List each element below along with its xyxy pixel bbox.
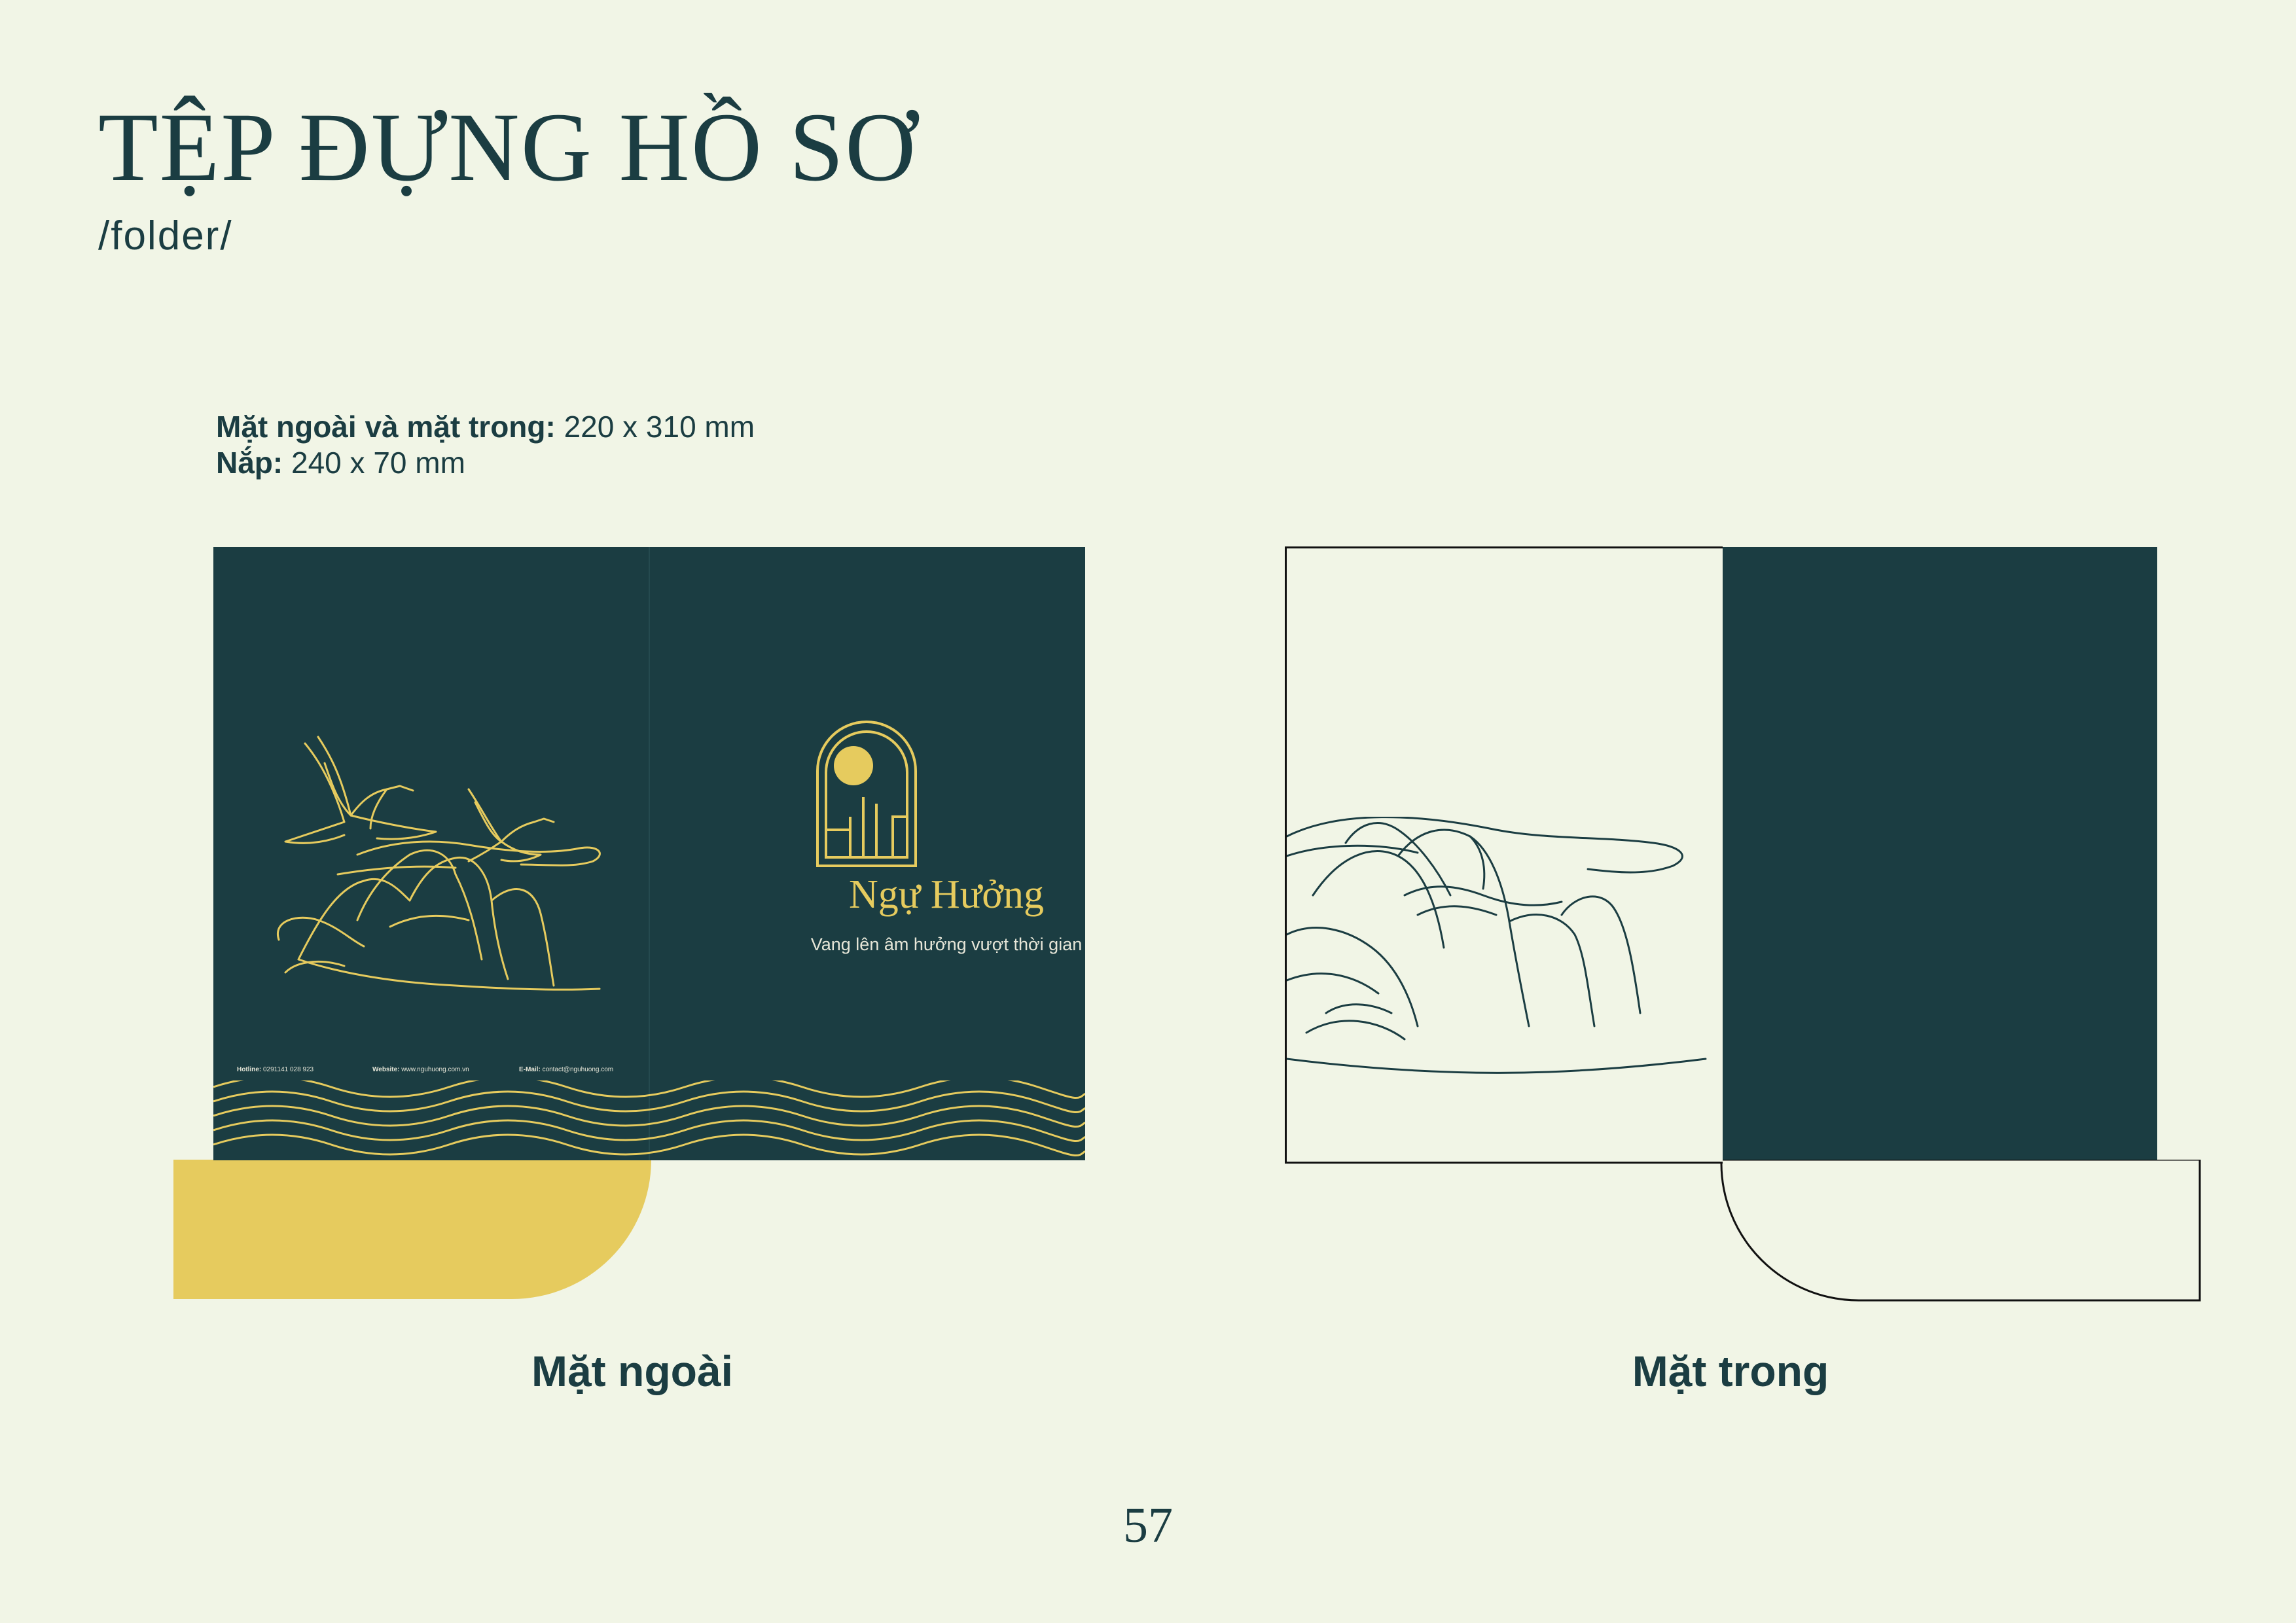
caption-outer: Mặt ngoài xyxy=(531,1347,733,1395)
page-number: 57 xyxy=(1123,1498,1173,1553)
email-label: E-Mail: xyxy=(519,1066,541,1073)
contact-website: Website: www.nguhuong.com.vn xyxy=(372,1066,469,1073)
contact-email: E-Mail: contact@nguhuong.com xyxy=(519,1066,613,1073)
outer-folder-panel: Hotline: 0291141 028 923 Website: www.ng… xyxy=(213,547,1085,1160)
website-label: Website: xyxy=(372,1066,400,1073)
brand-logo-icon xyxy=(816,721,917,867)
email-value: contact@nguhuong.com xyxy=(542,1066,614,1073)
spec-size-label: Mặt ngoài và mặt trong: xyxy=(216,410,556,444)
spec-size-value: 220 x 310 mm xyxy=(564,410,755,444)
fold-line xyxy=(649,547,650,1160)
page-title: TỆP ĐỰNG HỒ SƠ xyxy=(98,93,918,202)
wave-pattern xyxy=(213,1080,1085,1157)
outer-flap xyxy=(173,1160,651,1299)
mountain-line-illustration xyxy=(1287,817,1707,1074)
inner-folder-panel-dark xyxy=(1721,547,2157,1162)
spec-size: Mặt ngoài và mặt trong: 220 x 310 mm xyxy=(216,409,755,444)
website-value: www.nguhuong.com.vn xyxy=(401,1066,469,1073)
caption-inner: Mặt trong xyxy=(1632,1347,1829,1395)
brand-tagline: Vang lên âm hưởng vượt thời gian xyxy=(810,935,1083,954)
crane-mountain-illustration xyxy=(276,736,601,991)
brand-name: Ngự Hưởng xyxy=(848,872,1045,917)
inner-folder-panel-light xyxy=(1285,546,1723,1164)
spec-flap: Nắp: 240 x 70 mm xyxy=(216,445,465,480)
contact-hotline: Hotline: 0291141 028 923 xyxy=(237,1066,314,1073)
inner-flap xyxy=(1720,1160,2201,1302)
spec-flap-label: Nắp: xyxy=(216,446,283,480)
page-subtitle: /folder/ xyxy=(98,213,233,259)
spec-flap-value: 240 x 70 mm xyxy=(291,446,465,480)
hotline-value: 0291141 028 923 xyxy=(263,1066,314,1073)
hotline-label: Hotline: xyxy=(237,1066,262,1073)
